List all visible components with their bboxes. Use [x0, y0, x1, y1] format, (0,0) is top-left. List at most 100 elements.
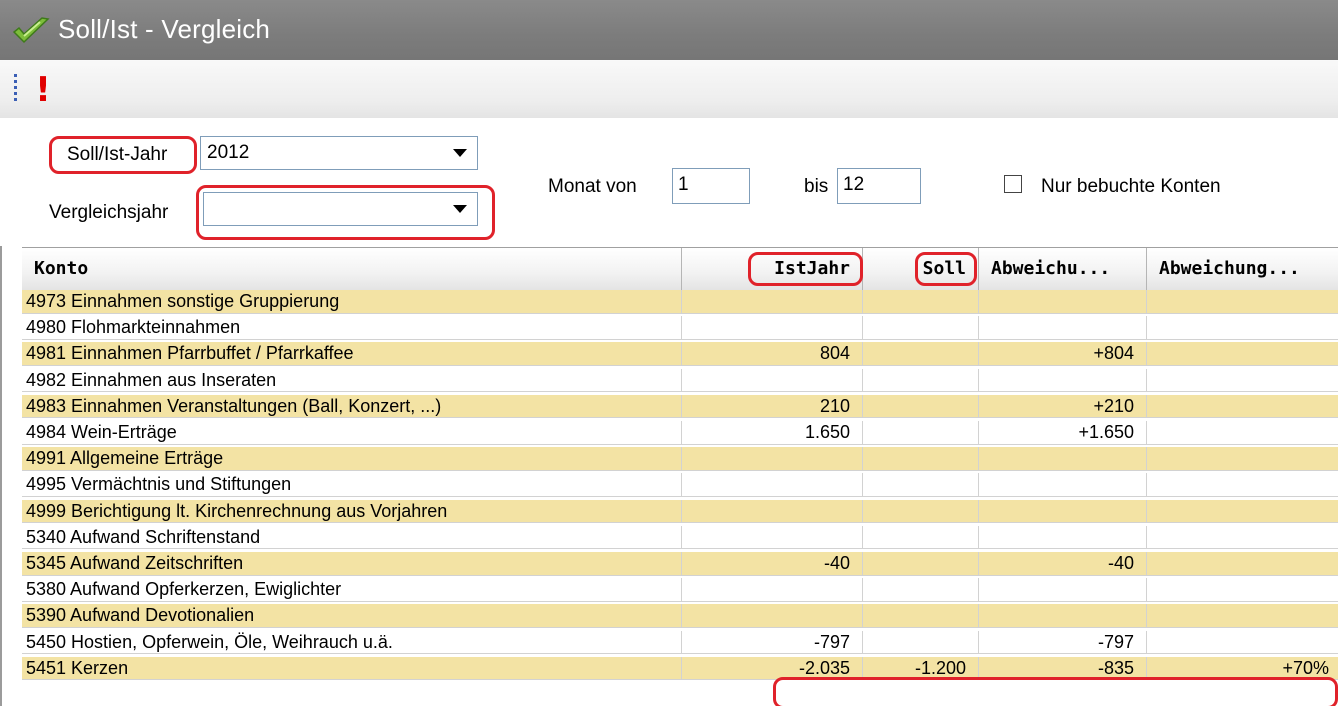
- month-to-value: 12: [843, 174, 865, 195]
- compare-year-select[interactable]: [203, 192, 478, 226]
- comparison-table: Konto IstJahr Soll Abweichu... Abweichun…: [22, 247, 1338, 706]
- value-cell: [863, 290, 979, 314]
- account-cell: 5345 Aufwand Zeitschriften: [22, 552, 682, 576]
- account-cell: 4973 Einnahmen sonstige Gruppierung: [22, 290, 682, 314]
- value-cell: -797: [979, 630, 1147, 655]
- table-row[interactable]: 5390 Aufwand Devotionalien: [22, 604, 1338, 628]
- value-cell: [682, 473, 863, 497]
- account-cell: 4991 Allgemeine Erträge: [22, 447, 682, 471]
- value-cell: +210: [979, 394, 1147, 419]
- value-cell: [1147, 604, 1338, 628]
- value-cell: +1.650: [979, 421, 1147, 445]
- account-cell: 5451 Kerzen: [22, 656, 682, 681]
- month-from-label: Monat von: [548, 176, 637, 197]
- only-booked-checkbox[interactable]: [1004, 175, 1022, 193]
- value-cell: [863, 499, 979, 524]
- table-row[interactable]: 5340 Aufwand Schriftenstand: [22, 525, 1338, 550]
- value-cell: +804: [979, 342, 1147, 366]
- value-cell: [863, 447, 979, 471]
- title-bar: Soll/Ist - Vergleich: [0, 0, 1338, 60]
- value-cell: [863, 394, 979, 419]
- toolbar-grip-icon[interactable]: [14, 74, 18, 104]
- value-cell: 210: [682, 394, 863, 419]
- column-header-abweichung-percent[interactable]: Abweichung...: [1147, 248, 1338, 290]
- kerzen-values-highlight: [773, 677, 1338, 706]
- account-cell: 5340 Aufwand Schriftenstand: [22, 525, 682, 550]
- filter-panel: Soll/Ist-Jahr 2012 Vergleichsjahr Monat …: [0, 118, 1338, 246]
- value-cell: [1147, 500, 1338, 524]
- value-cell: -40: [979, 552, 1147, 576]
- value-cell: [863, 421, 979, 445]
- value-cell: [863, 578, 979, 602]
- value-cell: [979, 499, 1147, 524]
- month-from-input[interactable]: 1: [672, 168, 750, 204]
- value-cell: [863, 368, 979, 393]
- account-cell: 5380 Aufwand Opferkerzen, Ewiglichter: [22, 578, 682, 602]
- value-cell: [979, 290, 1147, 314]
- value-cell: [682, 499, 863, 524]
- value-cell: [863, 604, 979, 628]
- istjahr-header-highlight: [748, 252, 863, 286]
- chevron-down-icon[interactable]: [443, 137, 477, 169]
- value-cell: [863, 316, 979, 340]
- only-booked-label[interactable]: Nur bebuchte Konten: [1041, 176, 1221, 198]
- value-cell: [1147, 395, 1338, 419]
- month-to-input[interactable]: 12: [837, 168, 921, 204]
- value-cell: -797: [682, 630, 863, 655]
- table-row[interactable]: 4982 Einnahmen aus Inseraten: [22, 368, 1338, 393]
- account-cell: 4984 Wein-Erträge: [22, 421, 682, 445]
- month-from-value: 1: [678, 174, 689, 195]
- checkmark-icon: [12, 17, 50, 44]
- month-to-label: bis: [804, 176, 829, 197]
- value-cell: [1147, 526, 1338, 550]
- year-label: Soll/Ist-Jahr: [67, 144, 168, 165]
- table-row[interactable]: 5345 Aufwand Zeitschriften -40 -40: [22, 552, 1338, 576]
- execute-button[interactable]: !: [28, 70, 58, 110]
- value-cell: [682, 525, 863, 550]
- toolbar: !: [0, 60, 1338, 119]
- value-cell: [979, 473, 1147, 497]
- table-row[interactable]: 4984 Wein-Erträge 1.650 +1.650: [22, 421, 1338, 445]
- value-cell: [863, 342, 979, 366]
- table-row[interactable]: 4981 Einnahmen Pfarrbuffet / Pfarrkaffee…: [22, 342, 1338, 366]
- value-cell: [1147, 473, 1338, 497]
- table-row[interactable]: 4973 Einnahmen sonstige Gruppierung: [22, 290, 1338, 314]
- value-cell: [682, 368, 863, 393]
- value-cell: -40: [682, 552, 863, 576]
- table-row[interactable]: 4995 Vermächtnis und Stiftungen: [22, 473, 1338, 497]
- value-cell: [863, 552, 979, 576]
- account-cell: 4983 Einnahmen Veranstaltungen (Ball, Ko…: [22, 394, 682, 419]
- value-cell: [979, 604, 1147, 628]
- value-cell: [979, 578, 1147, 602]
- table-row[interactable]: 4991 Allgemeine Erträge: [22, 447, 1338, 471]
- value-cell: [682, 316, 863, 340]
- value-cell: [1147, 631, 1338, 655]
- value-cell: 1.650: [682, 421, 863, 445]
- chevron-down-icon[interactable]: [443, 193, 477, 225]
- value-cell: [1147, 421, 1338, 445]
- column-header-konto[interactable]: Konto: [22, 248, 682, 290]
- table-row[interactable]: 5450 Hostien, Opferwein, Öle, Weihrauch …: [22, 630, 1338, 655]
- value-cell: [979, 316, 1147, 340]
- value-cell: [863, 473, 979, 497]
- value-cell: [682, 447, 863, 471]
- column-header-abweichung[interactable]: Abweichu...: [979, 248, 1147, 290]
- value-cell: [863, 525, 979, 550]
- value-cell: [682, 578, 863, 602]
- table-row[interactable]: 4983 Einnahmen Veranstaltungen (Ball, Ko…: [22, 394, 1338, 419]
- table-row[interactable]: 4999 Berichtigung lt. Kirchenrechnung au…: [22, 499, 1338, 524]
- account-cell: 4999 Berichtigung lt. Kirchenrechnung au…: [22, 499, 682, 524]
- year-select[interactable]: 2012: [200, 136, 478, 170]
- soll-header-highlight: [915, 252, 977, 286]
- year-select-value: 2012: [207, 142, 250, 163]
- value-cell: [1147, 290, 1338, 314]
- value-cell: [1147, 342, 1338, 366]
- table-row[interactable]: 4980 Flohmarkteinnahmen: [22, 316, 1338, 340]
- table-row[interactable]: 5380 Aufwand Opferkerzen, Ewiglichter: [22, 578, 1338, 602]
- value-cell: [1147, 369, 1338, 393]
- value-cell: [979, 447, 1147, 471]
- account-cell: 4980 Flohmarkteinnahmen: [22, 316, 682, 340]
- value-cell: [1147, 316, 1338, 340]
- value-cell: [1147, 578, 1338, 602]
- value-cell: [1147, 447, 1338, 471]
